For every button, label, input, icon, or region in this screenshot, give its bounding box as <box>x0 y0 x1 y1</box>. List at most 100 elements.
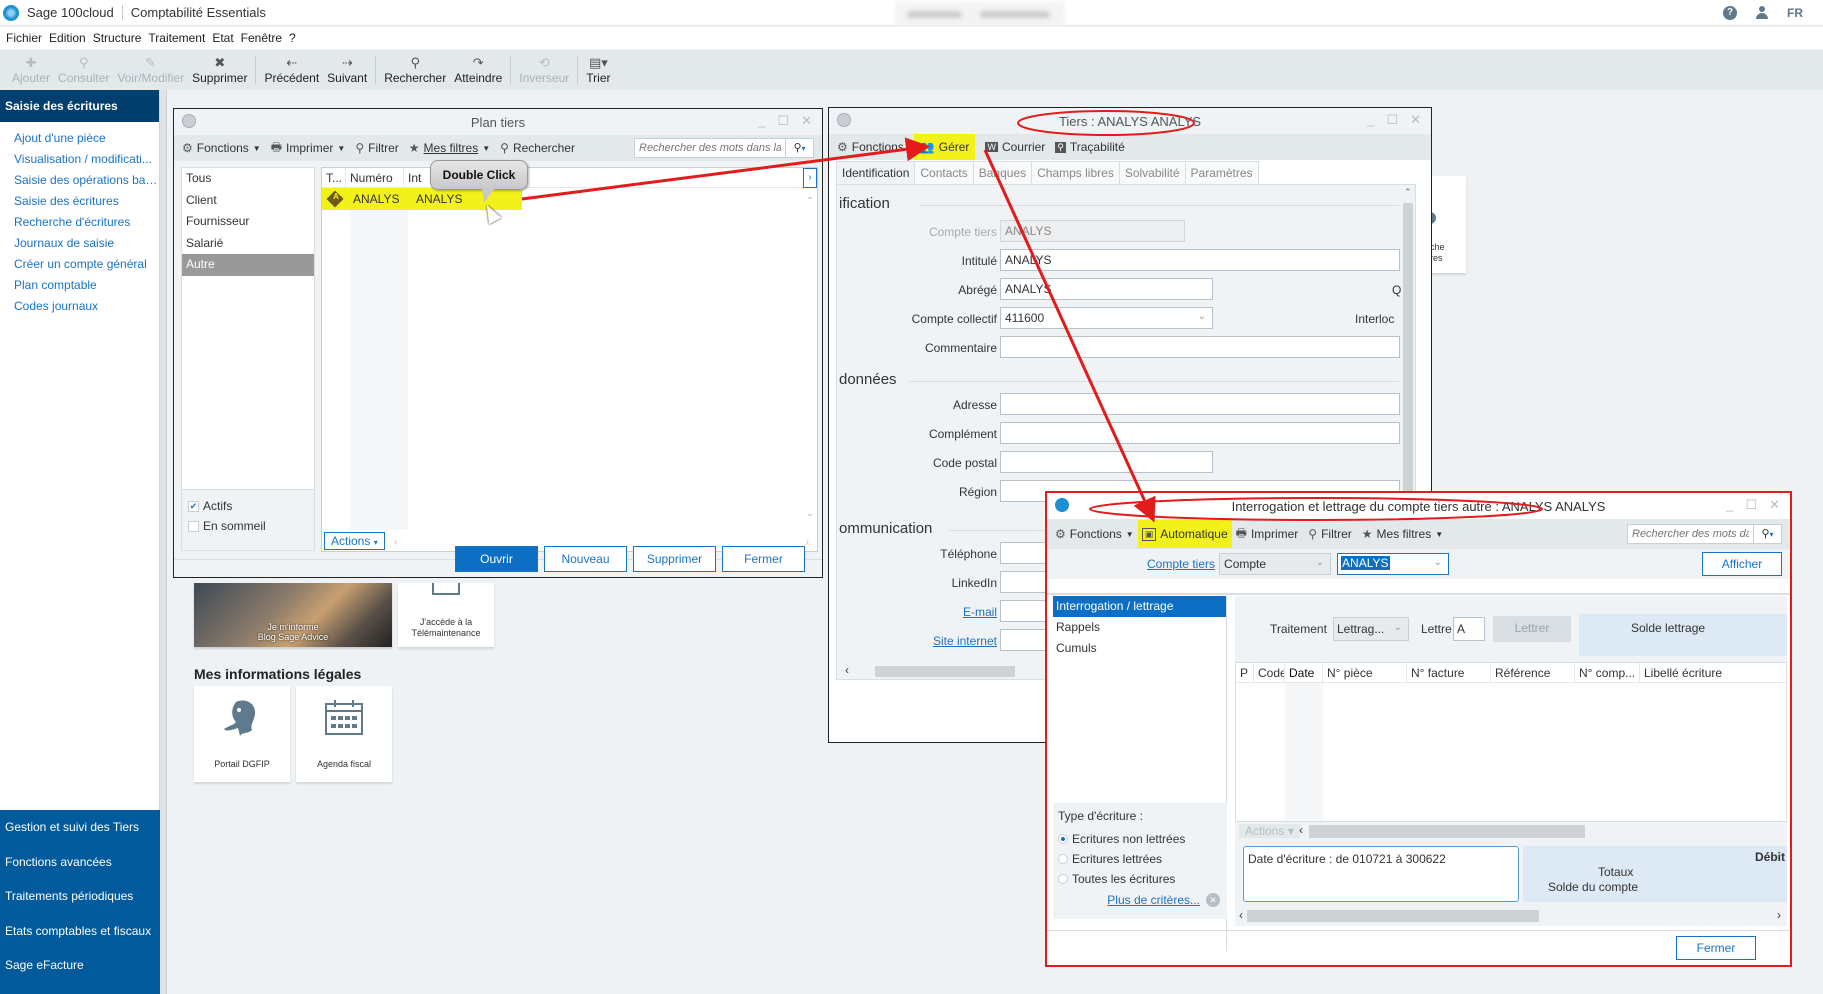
column-libelle[interactable]: Libellé écriture <box>1640 663 1760 682</box>
menu-etat[interactable]: Etat <box>212 31 233 45</box>
partial-tile[interactable]: che res <box>1430 176 1466 273</box>
sidebar-splitter[interactable] <box>160 90 167 994</box>
code-postal-field[interactable] <box>1000 451 1213 473</box>
traitement-select[interactable]: Lettrag... ⌄ <box>1333 617 1409 641</box>
compte-tiers-field[interactable]: ANALYS <box>1000 220 1185 242</box>
column-n-piece[interactable]: N° pièce <box>1323 663 1407 682</box>
maximize-icon[interactable]: ☐ <box>1745 497 1757 513</box>
atteindre-button[interactable]: ↷ Atteindre <box>450 50 506 90</box>
imprimer-button[interactable]: 🖶 Imprimer <box>1236 524 1299 545</box>
supprimer-button[interactable]: ✖ Supprimer <box>188 50 251 90</box>
scrollbar-thumb[interactable] <box>875 666 1015 677</box>
tab-identification[interactable]: Identification <box>836 161 916 184</box>
horizontal-scrollbar[interactable]: ‹ › <box>1235 908 1787 924</box>
radio-toutes[interactable]: Toutes les écritures <box>1058 869 1222 889</box>
fonctions-menu[interactable]: ⚙ Fonctions <box>837 140 904 154</box>
rechercher-button[interactable]: ⚲ Rechercher <box>380 50 450 90</box>
column-reference[interactable]: Référence <box>1491 663 1575 682</box>
compte-collectif-select[interactable]: 411600 ⌄ <box>1000 307 1213 329</box>
interrogation-titlebar[interactable]: Interrogation et lettrage du compte tier… <box>1047 493 1790 519</box>
mes-filtres-menu[interactable]: ★ Mes filtres ▼ <box>1362 527 1443 541</box>
column-n-facture[interactable]: N° facture <box>1407 663 1491 682</box>
menu-fichier[interactable]: Fichier <box>6 31 42 45</box>
plus-de-criteres-link[interactable]: Plus de critères... <box>1107 893 1200 907</box>
user-icon[interactable] <box>1755 6 1769 20</box>
sidebar-section-tiers[interactable]: Gestion et suivi des Tiers <box>0 810 160 845</box>
gerer-button[interactable]: 👥 Gérer <box>913 134 976 160</box>
adresse-field[interactable] <box>1000 393 1400 415</box>
scrollbar-thumb[interactable] <box>1309 825 1585 838</box>
fonctions-menu[interactable]: ⚙ Fonctions ▼ <box>1055 527 1134 541</box>
radio-non-lettrees[interactable]: Ecritures non lettrées <box>1058 829 1222 849</box>
nav-cumuls[interactable]: Cumuls <box>1053 638 1226 659</box>
menu-edition[interactable]: Edition <box>49 31 86 45</box>
account-type-select[interactable]: Compte ⌄ <box>1219 553 1332 575</box>
scrollbar-thumb[interactable] <box>1403 203 1413 493</box>
supprimer-button[interactable]: Supprimer <box>633 546 716 572</box>
lettre-field[interactable]: A <box>1453 617 1485 641</box>
portail-dgfip-tile[interactable]: Portail DGFIP <box>194 686 290 782</box>
sidebar-link-creer-compte[interactable]: Créer un compte général <box>0 254 158 275</box>
menu-structure[interactable]: Structure <box>93 31 142 45</box>
mes-filtres-menu[interactable]: ★ Mes filtres ▼ <box>409 141 490 155</box>
minimize-icon[interactable]: _ <box>1367 112 1374 128</box>
category-tous[interactable]: Tous <box>182 168 314 190</box>
minimize-icon[interactable]: _ <box>758 113 765 129</box>
actions-menu-button[interactable]: Actions ▾ <box>324 532 385 550</box>
trier-button[interactable]: ▤▾ Trier <box>582 50 614 90</box>
scroll-left-icon[interactable]: ‹ <box>1239 908 1243 922</box>
menu-fenetre[interactable]: Fenêtre <box>241 31 282 45</box>
sidebar-link-plan-comptable[interactable]: Plan comptable <box>0 275 158 296</box>
language-selector[interactable]: FR <box>1787 6 1803 20</box>
column-p[interactable]: P <box>1236 663 1254 682</box>
sidebar-link-ajout-piece[interactable]: Ajout d'une pièce <box>0 128 158 149</box>
site-internet-link[interactable]: Site internet <box>837 634 997 648</box>
ajouter-button[interactable]: ✚ Ajouter <box>8 50 54 90</box>
ouvrir-button[interactable]: Ouvrir <box>455 546 538 572</box>
actifs-checkbox[interactable]: ✔ Actifs <box>188 496 314 516</box>
scroll-up-icon[interactable]: ⌃ <box>1404 187 1412 198</box>
suivant-button[interactable]: ⇢ Suivant <box>323 50 371 90</box>
close-icon[interactable]: ✕ <box>1410 112 1421 128</box>
scroll-up-icon[interactable]: ⌃ <box>806 196 814 207</box>
scroll-down-icon[interactable]: ⌄ <box>806 508 814 519</box>
sidebar-header[interactable]: Saisie des écritures <box>0 90 159 122</box>
column-date[interactable]: Date <box>1285 663 1323 682</box>
scroll-left-icon[interactable]: ‹ <box>394 537 397 548</box>
maximize-icon[interactable]: ☐ <box>1386 112 1398 128</box>
email-link[interactable]: E-mail <box>837 605 997 619</box>
tab-champs-libres[interactable]: Champs libres <box>1031 161 1120 184</box>
rechercher-button[interactable]: ⚲ Rechercher <box>500 141 575 155</box>
lettrer-button[interactable]: Lettrer <box>1493 616 1571 642</box>
filtrer-button[interactable]: ⚲ Filtrer <box>355 141 398 155</box>
voir-modifier-button[interactable]: ✎ Voir/Modifier <box>113 50 188 90</box>
fermer-button[interactable]: Fermer <box>722 546 805 572</box>
close-icon[interactable]: ✕ <box>1769 497 1780 513</box>
sidebar-section-etats[interactable]: Etats comptables et fiscaux <box>0 914 160 949</box>
column-numero[interactable]: Numéro <box>346 168 404 187</box>
afficher-button[interactable]: Afficher <box>1702 552 1782 576</box>
sidebar-link-operations-bancaires[interactable]: Saisie des opérations ban... <box>0 170 158 191</box>
column-type[interactable]: T... <box>322 168 346 187</box>
nav-rappels[interactable]: Rappels <box>1053 617 1226 638</box>
category-fournisseur[interactable]: Fournisseur <box>182 211 314 233</box>
blog-tile[interactable]: Je m'informe Blog Sage Advice <box>194 583 392 647</box>
close-icon[interactable]: ✕ <box>801 113 812 129</box>
menu-traitement[interactable]: Traitement <box>148 31 205 45</box>
nouveau-button[interactable]: Nouveau <box>544 546 627 572</box>
column-n-compte[interactable]: N° comp... <box>1575 663 1640 682</box>
scroll-columns-right-button[interactable]: › <box>803 168 817 188</box>
help-icon[interactable]: ? <box>1723 6 1737 20</box>
plan-tiers-titlebar[interactable]: Plan tiers _ ☐ ✕ <box>174 109 822 135</box>
account-select[interactable]: ANALYS ⌄ <box>1337 553 1450 575</box>
sidebar-section-fonctions-avancees[interactable]: Fonctions avancées <box>0 845 160 880</box>
fermer-button[interactable]: Fermer <box>1676 936 1756 960</box>
automatique-button[interactable]: ▣ Automatique <box>1137 520 1232 548</box>
consulter-button[interactable]: ⚲ Consulter <box>54 50 113 90</box>
agenda-fiscal-tile[interactable]: Agenda fiscal <box>296 686 392 782</box>
inverseur-button[interactable]: ⟲ Inverseur <box>515 50 573 90</box>
plan-search-input[interactable] <box>635 139 785 157</box>
fonctions-menu[interactable]: ⚙ Fonctions ▼ <box>182 141 261 155</box>
interrogation-search-input[interactable] <box>1628 525 1753 543</box>
scrollbar-thumb[interactable] <box>1247 910 1539 922</box>
